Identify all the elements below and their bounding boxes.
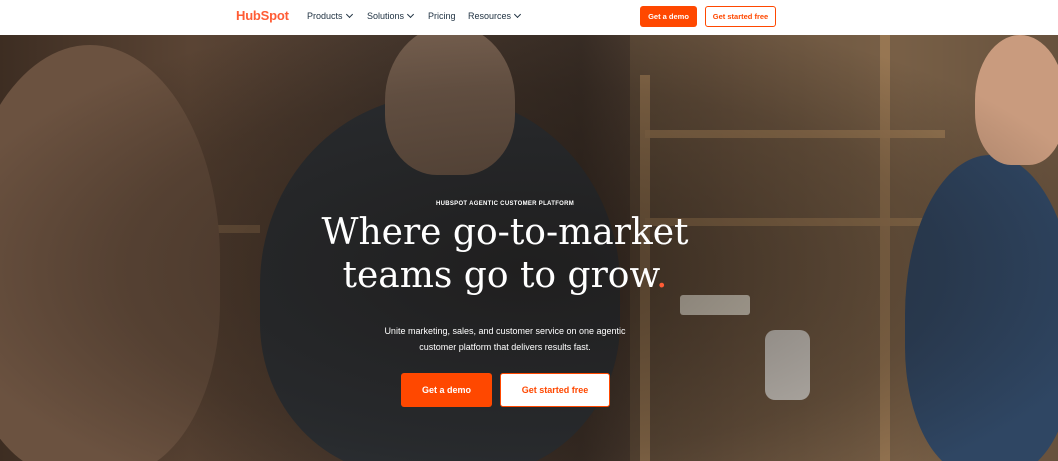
chevron-down-icon <box>406 10 415 19</box>
chevron-down-icon <box>345 10 353 19</box>
nav-item-products[interactable]: Products <box>307 10 353 21</box>
nav-item-label: Solutions <box>367 11 405 21</box>
hero-subtext: Unite marketing, sales, and customer ser… <box>0 323 1010 355</box>
hero-section: HUBSPOT AGENTIC CUSTOMER PLATFORM Where … <box>0 35 1058 461</box>
headline-dot: . <box>656 255 668 296</box>
nav-item-label: Products <box>307 11 343 21</box>
nav-item-pricing[interactable]: Pricing <box>428 11 456 21</box>
subtext-line-2: customer platform that delivers results … <box>419 342 591 352</box>
headline-line-2-wrapper: teams go to grow. <box>0 254 1010 297</box>
hubspot-logo[interactable]: HubSpot <box>236 8 289 23</box>
hero-eyebrow: HUBSPOT AGENTIC CUSTOMER PLATFORM <box>435 201 575 207</box>
hero-get-started-free-button[interactable]: Get started free <box>500 373 610 407</box>
hero-get-demo-button[interactable]: Get a demo <box>401 373 492 407</box>
subtext-line-1: Unite marketing, sales, and customer ser… <box>384 326 626 336</box>
headline-line-1: Where go-to-market <box>321 212 689 253</box>
nav-item-label: Resources <box>468 11 512 21</box>
nav-item-solutions[interactable]: Solutions <box>367 10 415 21</box>
nav-item-label: Pricing <box>428 11 456 21</box>
hero-headline: Where go-to-market teams go to grow. <box>0 211 1010 297</box>
top-nav: HubSpot Products Solutions Pricing Resou… <box>0 0 1058 35</box>
chevron-down-icon <box>513 10 522 19</box>
nav-get-demo-button[interactable]: Get a demo <box>640 6 697 27</box>
nav-get-started-free-button[interactable]: Get started free <box>705 6 776 27</box>
nav-item-resources[interactable]: Resources <box>468 10 522 21</box>
headline-line-2: teams go to grow <box>342 255 657 296</box>
